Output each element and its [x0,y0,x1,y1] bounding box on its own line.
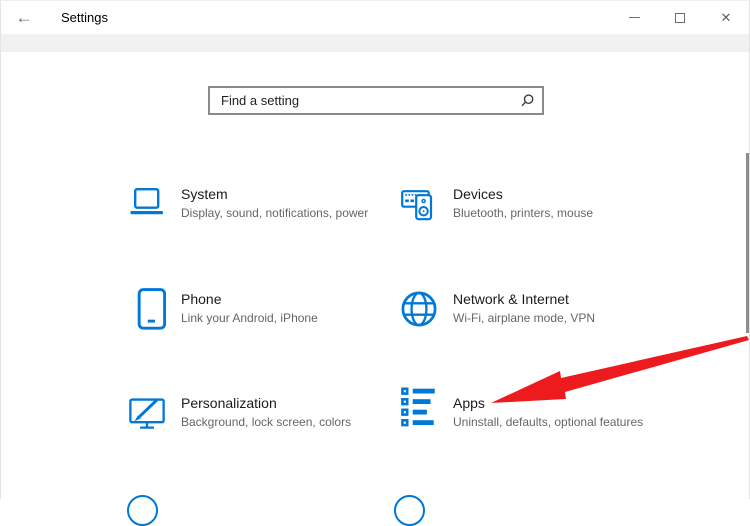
monitor-brush-icon [129,398,165,429]
search-input[interactable] [210,88,542,113]
search-icon [521,94,534,107]
back-icon: ← [15,8,33,27]
tile-title: Devices [453,186,503,202]
tile-title: Network & Internet [453,291,569,307]
tile-phone[interactable]: Phone Link your Android, iPhone [129,288,389,366]
tile-title: Phone [181,291,222,307]
partial-tile-icon [127,495,158,526]
keyboard-speaker-icon [401,190,433,221]
tile-subtitle: Link your Android, iPhone [181,311,318,325]
maximize-button[interactable] [657,1,703,34]
search-box [208,86,544,115]
tile-network-internet[interactable]: Network & Internet Wi-Fi, airplane mode,… [401,288,661,366]
tile-apps[interactable]: Apps Uninstall, defaults, optional featu… [401,387,661,470]
titlebar: ← Settings ✕ [1,1,749,34]
minimize-icon [628,17,640,18]
phone-icon [137,288,167,330]
back-button[interactable]: ← [1,1,47,34]
tile-title: Apps [453,395,485,411]
window-controls: ✕ [611,1,749,34]
tile-system[interactable]: System Display, sound, notifications, po… [129,183,389,261]
header-band [1,34,749,52]
tile-personalization[interactable]: Personalization Background, lock screen,… [129,392,389,470]
tile-title: System [181,186,228,202]
globe-icon [401,291,437,327]
scrollbar-thumb[interactable] [746,153,749,333]
partial-tile-icon [394,495,425,526]
close-icon: ✕ [720,10,732,25]
settings-window: { "titlebar": { "title": "Settings", "ba… [0,0,750,526]
tile-subtitle: Bluetooth, printers, mouse [453,206,594,220]
maximize-icon [675,12,685,23]
page-title: Settings [61,10,108,25]
minimize-button[interactable] [611,1,657,34]
tile-subtitle: Background, lock screen, colors [181,415,352,429]
tile-devices[interactable]: Devices Bluetooth, printers, mouse [401,183,661,261]
tile-subtitle: Wi-Fi, airplane mode, VPN [453,311,596,325]
laptop-icon [130,188,164,215]
tile-subtitle: Uninstall, defaults, optional features [453,415,644,429]
tile-subtitle: Display, sound, notifications, power [181,206,369,220]
close-button[interactable]: ✕ [703,1,749,34]
tile-title: Personalization [181,395,277,411]
list-checkbox-icon [401,387,435,427]
